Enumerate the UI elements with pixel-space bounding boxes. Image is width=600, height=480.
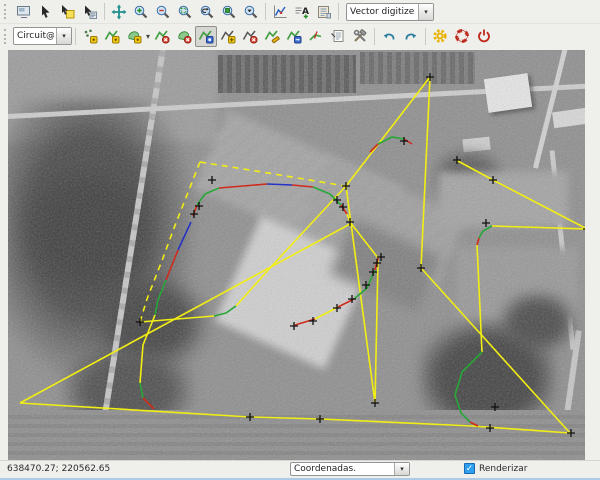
zoom-in-icon — [133, 4, 149, 20]
photo-grain — [8, 50, 585, 463]
split-line-icon — [308, 28, 324, 44]
digitize-point-button[interactable] — [79, 26, 101, 47]
split-line-button[interactable] — [305, 26, 327, 47]
zoom-to-map-button[interactable] — [218, 1, 240, 22]
move-feature-icon — [286, 28, 302, 44]
add-vertex-icon — [220, 28, 236, 44]
analyze-map-icon — [272, 4, 288, 20]
pan-button[interactable] — [108, 1, 130, 22]
pointer-icon — [38, 4, 54, 20]
layer-select-combo[interactable]: Circuit@r ▾ — [13, 27, 72, 45]
chevron-down-icon[interactable]: ▾ — [56, 28, 71, 44]
display-toolbar: A Vector digitize ▾ — [0, 0, 600, 24]
render-checkbox-label: Renderizar — [479, 464, 527, 474]
add-vertex-button[interactable] — [217, 26, 239, 47]
digitizer-toolbar: Circuit@r ▾ ▾ — [0, 24, 600, 48]
map-display-window: A Vector digitize ▾ Circuit@r ▾ ▾ — [0, 0, 600, 480]
layer-select-combo-value: Circuit@r — [17, 31, 54, 41]
status-bar: 638470.27; 220562.65 Coordenadas. ▾ ✓ Re… — [0, 460, 600, 478]
digitize-boundary-button[interactable] — [123, 26, 145, 47]
undo-button[interactable] — [378, 26, 400, 47]
power-icon — [476, 28, 492, 44]
edit-line-icon — [264, 28, 280, 44]
toolbar-separator — [374, 28, 375, 45]
toolbar-separator — [425, 28, 426, 45]
zoom-extent-icon — [177, 4, 193, 20]
remove-vertex-icon — [242, 28, 258, 44]
toolbar-separator — [104, 3, 105, 20]
toolbar-separator — [265, 3, 266, 20]
edit-line-button[interactable] — [261, 26, 283, 47]
pan-icon — [111, 4, 127, 20]
chevron-down-icon[interactable]: ▾ — [418, 4, 433, 20]
delete-feature-button[interactable] — [173, 26, 195, 47]
tool-select-combo[interactable]: Vector digitize ▾ — [346, 3, 434, 21]
render-display-button[interactable] — [13, 1, 35, 22]
zoom-out-button[interactable] — [152, 1, 174, 22]
coordinates-readout: 638470.27; 220562.65 — [7, 464, 110, 474]
toolbar-grip[interactable] — [4, 29, 9, 44]
zoom-previous-button[interactable] — [196, 1, 218, 22]
analyze-map-button[interactable] — [269, 1, 291, 22]
select-icon — [60, 4, 76, 20]
redo-button[interactable] — [400, 26, 422, 47]
display-attributes-icon — [330, 28, 346, 44]
digitize-centroid-button[interactable] — [151, 26, 173, 47]
undo-icon — [381, 28, 397, 44]
chevron-down-icon[interactable]: ▾ — [394, 463, 409, 475]
zoom-out-icon — [155, 4, 171, 20]
add-overlay-icon — [316, 4, 332, 20]
zoom-previous-icon — [199, 4, 215, 20]
redo-icon — [403, 28, 419, 44]
digitize-line-button[interactable] — [101, 26, 123, 47]
boundary-options-caret[interactable]: ▾ — [146, 32, 150, 41]
display-attributes-button[interactable] — [327, 26, 349, 47]
additional-tools-icon — [352, 28, 368, 44]
add-text-icon: A — [294, 4, 310, 20]
zoom-options-icon — [243, 4, 259, 20]
add-overlay-button[interactable] — [313, 1, 335, 22]
move-vertex-button[interactable] — [195, 26, 217, 47]
toolbar-separator — [75, 28, 76, 45]
add-text-button[interactable]: A — [291, 1, 313, 22]
additional-tools-button[interactable] — [349, 26, 371, 47]
quit-digitizer-button[interactable] — [473, 26, 495, 47]
query-icon — [82, 4, 98, 20]
zoom-to-map-icon — [221, 4, 237, 20]
toolbar-grip[interactable] — [4, 4, 9, 19]
zoom-in-button[interactable] — [130, 1, 152, 22]
digitize-point-icon — [82, 28, 98, 44]
zoom-options-button[interactable] — [240, 1, 262, 22]
statusbar-mode-combo-value: Coordenadas. — [294, 464, 392, 474]
map-canvas[interactable] — [8, 50, 585, 463]
move-feature-button[interactable] — [283, 26, 305, 47]
toolbar-separator — [338, 3, 339, 20]
move-vertex-icon — [198, 28, 214, 44]
render-checkbox[interactable]: ✓ — [464, 463, 475, 474]
statusbar-mode-combo[interactable]: Coordenadas. ▾ — [290, 462, 410, 476]
select-features-button[interactable] — [57, 1, 79, 22]
digitize-boundary-icon — [126, 28, 142, 44]
digitize-line-icon — [104, 28, 120, 44]
zoom-extent-button[interactable] — [174, 1, 196, 22]
life-ring-icon — [454, 28, 470, 44]
digitize-centroid-icon — [154, 28, 170, 44]
remove-vertex-button[interactable] — [239, 26, 261, 47]
render-display-icon — [16, 4, 32, 20]
help-button[interactable] — [451, 26, 473, 47]
gear-icon — [432, 28, 448, 44]
query-button[interactable] — [79, 1, 101, 22]
tool-select-combo-value: Vector digitize — [350, 7, 416, 17]
pointer-button[interactable] — [35, 1, 57, 22]
settings-button[interactable] — [429, 26, 451, 47]
delete-feature-icon — [176, 28, 192, 44]
